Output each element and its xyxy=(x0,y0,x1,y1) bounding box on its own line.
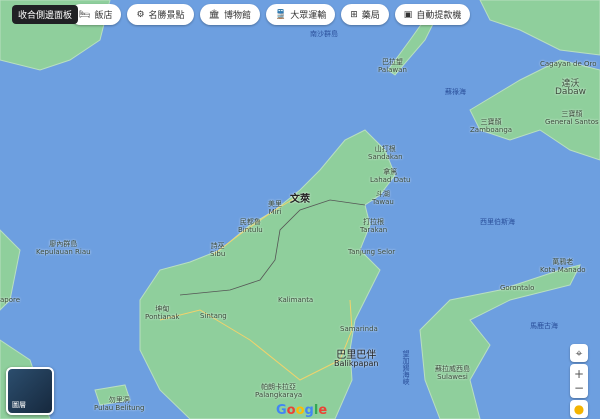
label-palangkaraya: 帕朗卡拉亞 Palangkaraya xyxy=(255,383,302,399)
label-sibu: 詩巫 Sibu xyxy=(210,242,225,258)
label-pontianak: 坤甸 Pontianak xyxy=(145,305,179,321)
label-zh: 詩巫 xyxy=(210,242,225,250)
label-en: Tawau xyxy=(372,198,394,206)
layer-label: 圖層 xyxy=(12,401,26,409)
label-zh: 拿篤 xyxy=(383,168,398,176)
label-en: Palawan xyxy=(378,66,407,74)
chip-transit[interactable]: 🚆 大眾運輸 xyxy=(266,4,336,25)
label-miri: 美里 Miri xyxy=(268,200,282,216)
label-balikpapan: 巴里巴伴 Balikpapan xyxy=(334,351,379,368)
label-belitung: 勿里洞 Pulau Belitung xyxy=(94,396,145,412)
label-molucca-sea: 馬鹿古海 xyxy=(530,322,558,330)
label-spratly: 南沙群島 xyxy=(310,30,338,38)
label-sulawesi: 蘇拉威西島 Sulawesi xyxy=(435,365,470,381)
camera-icon: ⚙ xyxy=(136,9,145,20)
label-kalimantan: Kalimanta xyxy=(278,296,314,304)
label-cagayan: Cagayan de Oro xyxy=(540,60,597,68)
chip-label: 藥局 xyxy=(361,11,380,21)
label-sulu-sea: 蘇祿海 xyxy=(445,88,466,96)
label-en: Lahad Datu xyxy=(370,176,411,184)
land-borneo xyxy=(139,129,396,419)
street-view-pegman[interactable]: ● xyxy=(570,400,588,418)
chip-label: 大眾運輸 xyxy=(290,11,327,21)
chip-museums[interactable]: 🏛 博物館 xyxy=(199,4,260,25)
pharmacy-icon: ⊞ xyxy=(350,9,358,20)
label-tanjung: Tanjung Selor xyxy=(348,248,396,256)
label-davao: 達沃 Dabaw xyxy=(555,80,587,97)
land-visayas xyxy=(479,0,600,56)
label-samarinda: Samarinda xyxy=(340,325,378,333)
train-icon: 🚆 xyxy=(275,9,287,20)
label-zh: 三寶顏 xyxy=(480,118,502,126)
label-zh: 三寶顏 xyxy=(561,110,583,118)
label-en: General Santos xyxy=(545,118,599,126)
label-gorontalo: Gorontalo xyxy=(500,284,535,292)
map-canvas[interactable] xyxy=(0,0,600,419)
location-icon: ⌖ xyxy=(575,345,583,360)
museum-icon: 🏛 xyxy=(208,9,220,20)
layers-button[interactable]: 圖層 xyxy=(6,367,54,415)
atm-icon: ▣ xyxy=(403,9,413,20)
zoom-controls: + − xyxy=(570,364,588,398)
label-en: Balikpapan xyxy=(334,359,379,368)
label-en: Palangkaraya xyxy=(255,391,303,399)
collapse-side-panel-tooltip[interactable]: 收合側邊面板 xyxy=(12,5,79,24)
label-tawau: 斗湖 Tawau xyxy=(372,190,394,206)
label-zh: 帕朗卡拉亞 xyxy=(261,383,297,391)
chip-label: 名勝景點 xyxy=(148,11,185,21)
label-en: Bintulu xyxy=(238,226,263,234)
chip-label: 自動提款機 xyxy=(416,11,462,21)
label-zh: 廖內群島 xyxy=(49,240,78,248)
label-zh: 巴拉望 xyxy=(381,58,403,66)
label-zh: 坤甸 xyxy=(155,305,170,313)
label-zh: 萬鴉老 xyxy=(552,258,574,266)
label-en: Pulau Belitung xyxy=(94,404,145,412)
pegman-icon: ● xyxy=(573,402,585,416)
chip-atm[interactable]: ▣ 自動提款機 xyxy=(394,4,471,25)
zoom-out-button[interactable]: − xyxy=(574,381,584,395)
label-makassar-strait: 望加錫海峽 xyxy=(402,350,410,385)
label-zh: 斗湖 xyxy=(375,190,390,198)
label-lahad: 拿篤 Lahad Datu xyxy=(370,168,410,184)
zoom-in-button[interactable]: + xyxy=(574,367,584,381)
label-zh: 山打根 xyxy=(374,145,396,153)
label-zh: 美里 xyxy=(268,200,282,208)
chip-label: 博物館 xyxy=(223,11,251,21)
my-location-button[interactable]: ⌖ xyxy=(570,344,588,362)
label-en: Kota Manado xyxy=(540,266,586,274)
label-bintulu: 民都魯 Bintulu xyxy=(238,218,263,234)
google-logo: Google xyxy=(276,403,328,418)
label-en: Tarakan xyxy=(360,226,388,234)
label-zamboanga: 三寶顏 Zamboanga xyxy=(470,118,512,134)
label-manado: 萬鴉老 Kota Manado xyxy=(540,258,586,274)
label-palawan: 巴拉望 Palawan xyxy=(378,58,407,74)
label-sandakan: 山打根 Sandakan xyxy=(368,145,403,161)
label-en: Miri xyxy=(268,208,282,216)
label-singapore: apore xyxy=(0,296,21,304)
label-en: Sandakan xyxy=(368,153,403,161)
label-en: Dabaw xyxy=(555,87,587,97)
bed-icon: 🛏 xyxy=(79,9,91,20)
label-riau: 廖內群島 Kepulauan Riau xyxy=(36,240,91,256)
chip-pharmacy[interactable]: ⊞ 藥局 xyxy=(341,4,389,25)
label-zh: 勿里洞 xyxy=(108,396,130,404)
label-gensan: 三寶顏 General Santos xyxy=(545,110,599,126)
label-zh: 打拉根 xyxy=(363,218,385,226)
chip-attractions[interactable]: ⚙ 名勝景點 xyxy=(127,4,194,25)
label-tarakan: 打拉根 Tarakan xyxy=(360,218,387,234)
chip-label: 飯店 xyxy=(94,11,113,21)
label-en: Sulawesi xyxy=(437,373,468,381)
label-en: Zamboanga xyxy=(470,126,513,134)
label-zh: 民都魯 xyxy=(239,218,261,226)
label-zh: 蘇拉威西島 xyxy=(435,365,470,373)
label-en: Pontianak xyxy=(145,313,180,321)
label-en: Sibu xyxy=(210,250,226,258)
label-brunei: 文萊 xyxy=(290,194,310,205)
label-sintang: Sintang xyxy=(200,312,227,320)
label-en: Kepulauan Riau xyxy=(36,248,91,256)
label-celebes-sea: 西里伯斯海 xyxy=(480,218,515,226)
